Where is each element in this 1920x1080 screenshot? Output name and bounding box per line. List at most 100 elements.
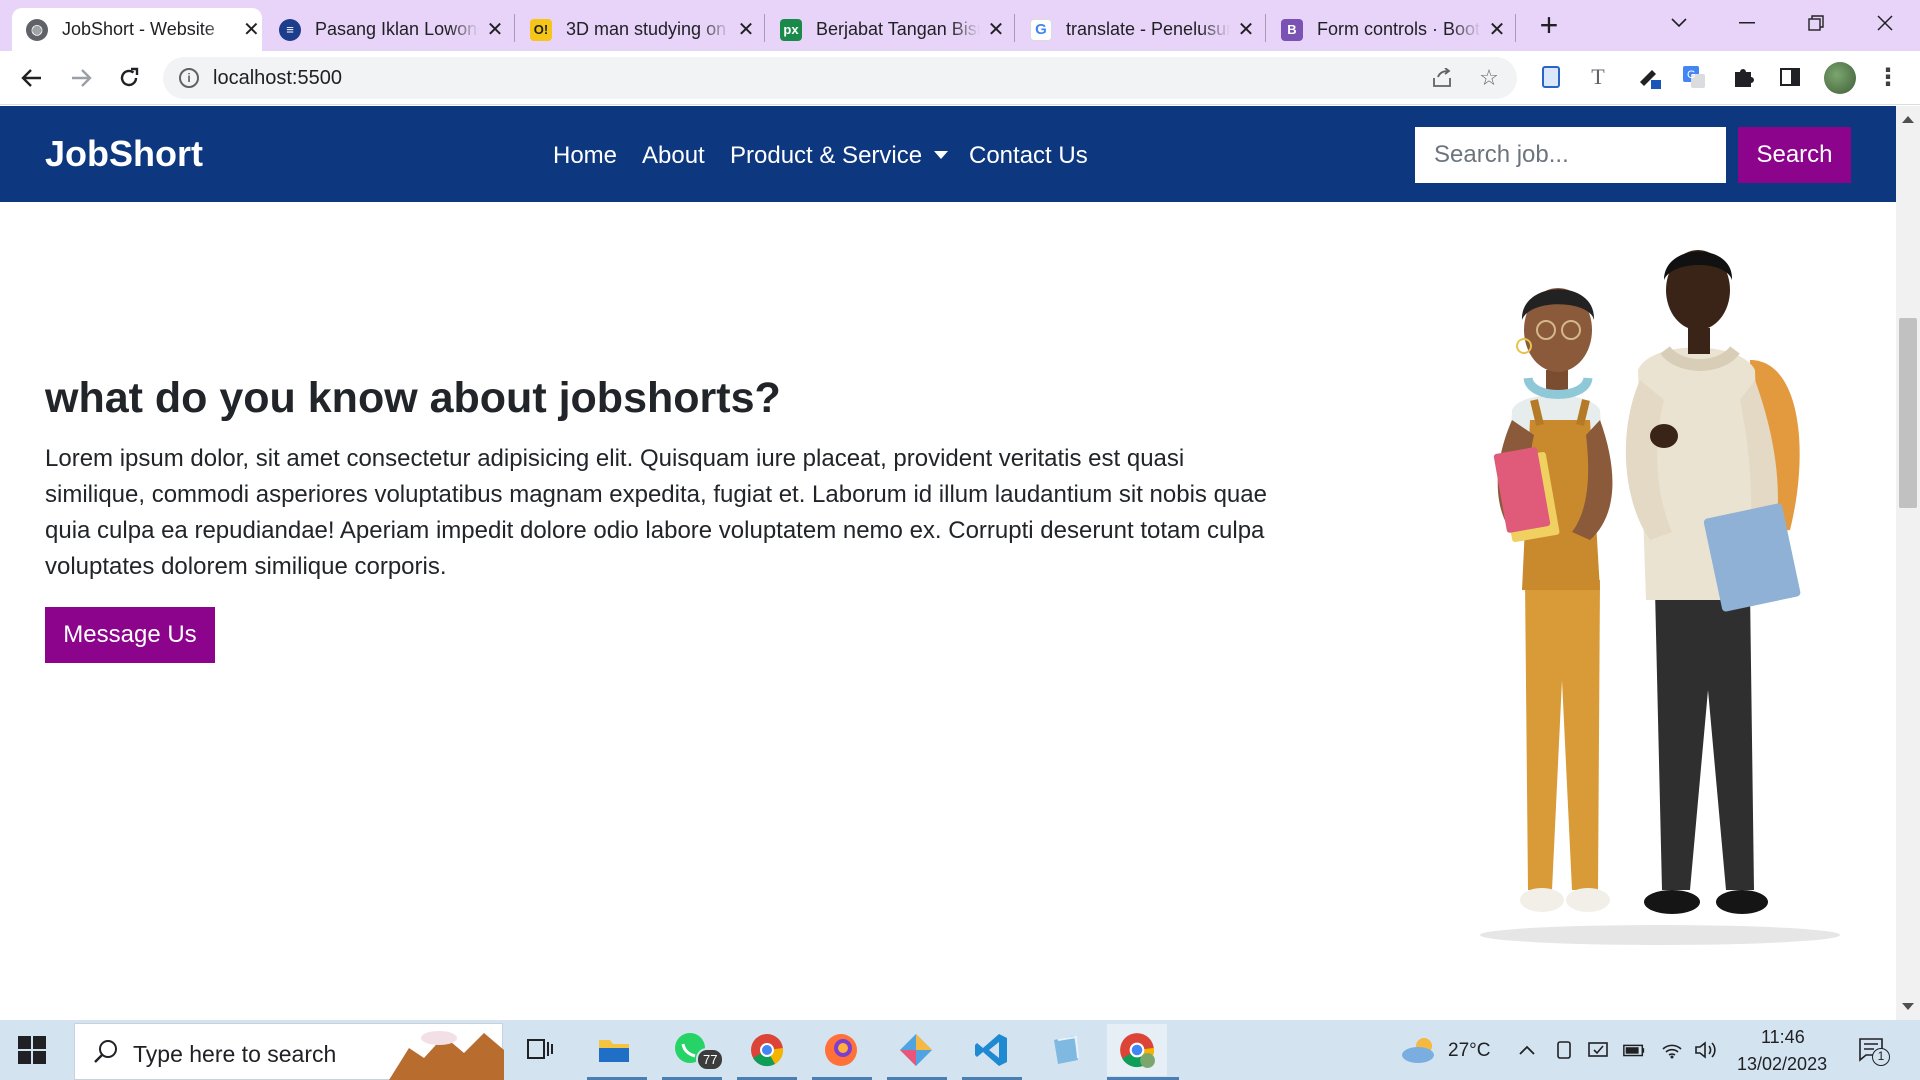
bookmark-star-icon[interactable]: ☆ <box>1477 65 1501 90</box>
brand-logo[interactable]: JobShort <box>45 133 203 175</box>
reload-button[interactable] <box>114 63 144 93</box>
page-scrollbar[interactable] <box>1896 106 1920 1020</box>
vscode-button[interactable] <box>969 1028 1013 1072</box>
taskbar-search-box[interactable]: Type here to search <box>74 1023 504 1080</box>
cloud-sun-glyph <box>1402 1038 1434 1063</box>
puzzle-glyph <box>1735 69 1754 87</box>
google-icon: G <box>1030 18 1052 41</box>
extension-pen-icon[interactable] <box>1636 63 1664 91</box>
tab-title: JobShort - Website <box>62 19 215 39</box>
message-us-button[interactable]: Message Us <box>45 607 215 663</box>
close-icon[interactable]: ✕ <box>485 19 505 41</box>
chrome-button[interactable] <box>745 1028 789 1072</box>
tab-bootstrap[interactable]: B Form controls · Bootstrap ✕ <box>1267 8 1507 51</box>
notification-badge: 77 <box>696 1048 725 1071</box>
tab-3d-man[interactable]: O! 3D man studying on ✕ <box>516 8 756 51</box>
forward-button[interactable] <box>66 63 96 93</box>
close-icon[interactable]: ✕ <box>986 19 1006 41</box>
minimize-icon <box>1739 22 1755 24</box>
tab-search-button[interactable] <box>1659 8 1699 38</box>
battery-icon[interactable] <box>1622 1038 1646 1062</box>
job-search-input[interactable] <box>1415 127 1726 183</box>
extension-text-icon[interactable]: T <box>1584 63 1612 91</box>
tab-berjabat-tangan[interactable]: px Berjabat Tangan Bisnis ✕ <box>766 8 1006 51</box>
scroll-thumb[interactable] <box>1899 318 1917 508</box>
display-icon[interactable] <box>1586 1038 1610 1062</box>
firefox-button[interactable] <box>819 1028 863 1072</box>
nav-link-home[interactable]: Home <box>553 142 617 170</box>
notification-center-icon[interactable]: 1 <box>1856 1038 1890 1066</box>
url-text[interactable]: localhost:5500 <box>213 67 342 90</box>
tab-title: Form controls · Bootstrap <box>1317 19 1481 39</box>
tab-jobshort[interactable]: ◍ JobShort - Website ✕ <box>12 8 262 51</box>
svg-text:G: G <box>1687 69 1696 81</box>
bootstrap-icon: B <box>1281 18 1303 41</box>
minimize-button[interactable] <box>1727 8 1767 38</box>
back-button[interactable] <box>17 63 47 93</box>
scroll-down-arrow-icon[interactable] <box>1902 1003 1914 1010</box>
tab-separator <box>764 14 765 42</box>
google-translate-icon[interactable]: G <box>1680 63 1708 91</box>
task-view-button[interactable] <box>518 1028 562 1072</box>
git-client-button[interactable] <box>894 1028 938 1072</box>
puzzle-icon[interactable] <box>1729 63 1757 91</box>
close-icon <box>1877 15 1893 31</box>
site-icon: ≡ <box>279 18 301 41</box>
vscode-icon <box>975 1034 1007 1066</box>
side-panel-icon[interactable] <box>1776 63 1804 91</box>
notification-count: 1 <box>1872 1048 1890 1066</box>
chevron-up-icon[interactable] <box>1515 1038 1539 1062</box>
file-explorer-button[interactable] <box>592 1028 636 1072</box>
close-window-button[interactable] <box>1865 8 1905 38</box>
scroll-up-arrow-icon[interactable] <box>1902 116 1914 123</box>
nav-dropdown-products[interactable]: Product & Service <box>730 142 949 170</box>
whatsapp-button[interactable]: 77 <box>670 1028 725 1072</box>
tab-title: Berjabat Tangan Bisnis <box>816 19 980 39</box>
taskbar-search-placeholder: Type here to search <box>133 1041 337 1067</box>
tab-pasang-iklan[interactable]: ≡ Pasang Iklan Lowongan ✕ <box>265 8 505 51</box>
more-menu-icon[interactable]: ⋮ <box>1874 63 1902 91</box>
site-navbar: JobShort Home About Product & Service Co… <box>0 106 1896 202</box>
info-icon[interactable]: i <box>179 68 199 88</box>
chevron-up-glyph <box>1519 1045 1535 1055</box>
share-glyph <box>1433 68 1451 87</box>
tab-title: translate - Penelusuran <box>1066 19 1230 39</box>
volume-icon[interactable] <box>1694 1038 1718 1062</box>
address-bar[interactable]: i localhost:5500 ☆ <box>163 57 1517 99</box>
tab-separator <box>1265 14 1266 42</box>
folder-icon <box>599 1040 629 1062</box>
arrow-left-icon <box>21 69 41 87</box>
weather-temperature[interactable]: 27°C <box>1448 1040 1490 1062</box>
notepad-icon <box>1054 1035 1079 1064</box>
close-icon[interactable]: ✕ <box>1487 19 1507 41</box>
tab-separator <box>1515 14 1516 42</box>
wifi-icon[interactable] <box>1660 1038 1684 1062</box>
tab-title: Pasang Iklan Lowongan <box>315 19 479 39</box>
windows-logo-icon <box>18 1051 31 1064</box>
chrome-icon <box>751 1034 784 1067</box>
tab-translate[interactable]: G translate - Penelusuran ✕ <box>1016 8 1256 51</box>
new-tab-button[interactable]: + <box>1536 9 1562 41</box>
clock-time[interactable]: 11:46 <box>1761 1027 1805 1048</box>
translate-glyph: G <box>1683 66 1705 88</box>
weather-icon[interactable] <box>1400 1038 1440 1063</box>
share-icon[interactable] <box>1430 66 1454 90</box>
windows-start-button[interactable] <box>18 1036 46 1064</box>
clock-date[interactable]: 13/02/2023 <box>1737 1054 1827 1075</box>
close-icon[interactable]: ✕ <box>736 19 756 41</box>
hero-heading: what do you know about jobshorts? <box>45 374 781 422</box>
chrome-active-button[interactable] <box>1107 1024 1167 1076</box>
search-icon <box>94 1040 117 1063</box>
notepad-button[interactable] <box>1044 1028 1088 1072</box>
meet-now-icon[interactable] <box>1552 1038 1576 1062</box>
search-button[interactable]: Search <box>1738 127 1851 183</box>
wifi-glyph <box>1662 1044 1682 1059</box>
extension-docs-icon[interactable] <box>1537 63 1565 91</box>
profile-avatar[interactable] <box>1824 62 1856 94</box>
restore-button[interactable] <box>1796 8 1836 38</box>
close-icon[interactable]: ✕ <box>241 19 262 41</box>
close-icon[interactable]: ✕ <box>1236 19 1256 41</box>
nav-link-about[interactable]: About <box>642 142 705 170</box>
restore-icon <box>1808 15 1824 31</box>
nav-link-contact[interactable]: Contact Us <box>969 142 1088 170</box>
